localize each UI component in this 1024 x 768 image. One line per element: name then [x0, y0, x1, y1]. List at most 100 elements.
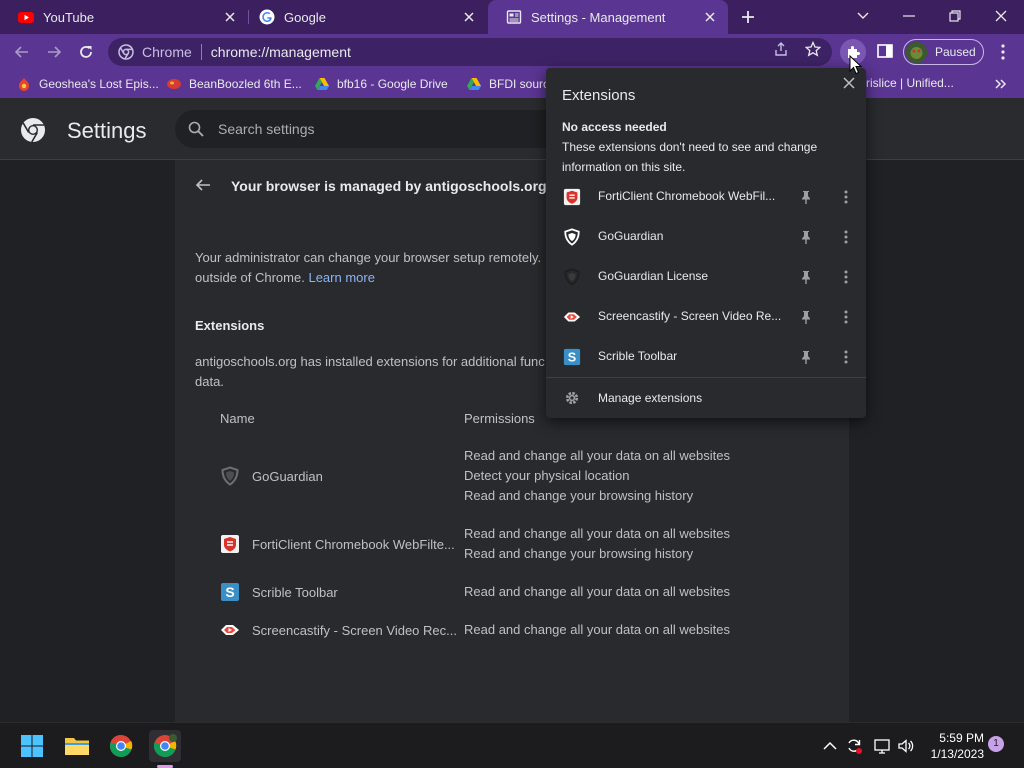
arrow-left-icon — [14, 46, 28, 58]
table-row: S Scrible Toolbar — [220, 582, 338, 602]
arrow-left-icon — [195, 179, 210, 191]
bookmark-item[interactable]: BeanBoozled 6th E... — [166, 76, 302, 92]
sync-status-icon[interactable] — [845, 737, 863, 755]
popup-extension-item[interactable]: FortiClient Chromebook WebFil... — [546, 177, 866, 217]
forward-button[interactable] — [44, 42, 64, 62]
pin-icon[interactable] — [798, 269, 814, 285]
network-icon[interactable] — [873, 737, 891, 755]
more-vert-icon[interactable] — [838, 189, 854, 205]
start-button[interactable] — [16, 730, 48, 762]
minimize-button[interactable] — [897, 6, 921, 26]
close-tab-icon[interactable] — [461, 9, 477, 25]
bookmark-item[interactable]: Geoshea's Lost Epis... — [16, 76, 159, 92]
windows-logo-icon — [21, 735, 43, 757]
google-drive-icon — [314, 76, 330, 92]
chevron-up-icon — [823, 741, 837, 750]
notification-badge[interactable]: 1 — [988, 736, 1004, 752]
goguardian-icon — [563, 228, 581, 246]
pin-icon[interactable] — [798, 189, 814, 205]
folder-icon — [65, 738, 89, 755]
omnibox-chip: Chrome — [142, 44, 192, 60]
table-row: GoGuardian — [220, 466, 323, 486]
more-vert-icon[interactable] — [838, 349, 854, 365]
popup-title: Extensions — [562, 87, 636, 104]
chrome-taskbar-button[interactable] — [105, 730, 137, 762]
bookmarks-overflow-button[interactable] — [994, 77, 1008, 91]
side-panel-button[interactable] — [876, 42, 894, 60]
bookmark-star-button[interactable] — [804, 40, 822, 58]
share-button[interactable] — [772, 40, 790, 58]
bookmark-favicon-icon — [16, 76, 32, 92]
system-clock[interactable]: 5:59 PM 1/13/2023 — [920, 730, 984, 762]
close-tab-icon[interactable] — [222, 9, 238, 25]
forticlient-icon — [563, 188, 581, 206]
admin-description: Your administrator can change your brows… — [195, 250, 542, 285]
settings-header: Settings — [0, 98, 1024, 160]
chrome-menu-button[interactable] — [995, 43, 1011, 61]
url-text[interactable]: chrome://management — [211, 44, 351, 60]
table-row: FortiClient Chromebook WebFilte... — [220, 534, 455, 554]
restore-button[interactable] — [943, 6, 967, 26]
close-icon — [995, 10, 1007, 22]
double-chevron-right-icon — [995, 79, 1007, 89]
scrible-icon: S — [220, 582, 240, 602]
pin-icon[interactable] — [798, 349, 814, 365]
chrome-profile-taskbar-button[interactable] — [149, 730, 181, 762]
taskbar: 5:59 PM 1/13/2023 — [0, 722, 1024, 768]
popup-close-button[interactable] — [842, 76, 856, 90]
scrible-icon: S — [563, 348, 581, 366]
close-icon — [843, 77, 855, 89]
popup-subtitle: No access needed — [562, 120, 667, 134]
more-vert-icon[interactable] — [838, 229, 854, 245]
learn-more-link[interactable]: Learn more — [308, 270, 374, 285]
column-header-permissions: Permissions — [464, 411, 535, 426]
omnibox-divider — [200, 44, 202, 60]
popup-extension-item[interactable]: GoGuardian — [546, 217, 866, 257]
bookmark-item-right[interactable]: rislice | Unified... — [866, 76, 954, 90]
star-icon — [805, 41, 821, 57]
tab-title: YouTube — [43, 9, 95, 25]
pin-icon[interactable] — [798, 229, 814, 245]
manage-extensions-button[interactable]: Manage extensions — [546, 378, 866, 418]
back-button[interactable] — [12, 42, 32, 62]
search-icon — [187, 120, 205, 138]
volume-icon[interactable] — [897, 737, 915, 755]
close-window-button[interactable] — [989, 6, 1013, 26]
popup-extension-item[interactable]: S Scrible Toolbar — [546, 337, 866, 377]
more-vert-icon[interactable] — [838, 269, 854, 285]
popup-description: These extensions don't need to see and c… — [562, 140, 818, 174]
show-hidden-icons-button[interactable] — [821, 737, 839, 755]
new-tab-button[interactable] — [738, 7, 758, 27]
clock-time: 5:59 PM — [939, 731, 984, 745]
svg-text:S: S — [568, 351, 576, 365]
restore-icon — [949, 10, 961, 22]
share-icon — [775, 42, 787, 56]
tab-youtube[interactable]: YouTube — [0, 0, 248, 34]
address-bar[interactable]: Chrome chrome://management — [108, 38, 832, 66]
mouse-cursor-icon — [849, 55, 863, 75]
tab-title: Settings - Management — [531, 9, 666, 25]
screencastify-icon — [220, 620, 240, 640]
popup-extension-item[interactable]: GoGuardian License — [546, 257, 866, 297]
file-explorer-button[interactable] — [61, 730, 93, 762]
profile-button[interactable]: Paused — [903, 39, 984, 65]
table-row: Screencastify - Screen Video Rec... — [220, 620, 457, 640]
forticlient-icon — [220, 534, 240, 554]
close-tab-icon[interactable] — [702, 9, 718, 25]
tab-search-button[interactable] — [851, 6, 875, 26]
tab-google[interactable]: Google — [241, 0, 487, 34]
reload-icon — [80, 46, 92, 58]
tab-settings-management[interactable]: Settings - Management — [488, 0, 728, 34]
svg-text:S: S — [225, 584, 234, 600]
goguardian-license-icon — [563, 268, 581, 286]
google-icon — [259, 9, 275, 25]
back-arrow-button[interactable] — [194, 176, 212, 194]
more-vert-icon[interactable] — [838, 309, 854, 325]
popup-extension-item[interactable]: Screencastify - Screen Video Re... — [546, 297, 866, 337]
bookmark-item[interactable]: bfb16 - Google Drive — [314, 76, 448, 92]
chrome-color-icon — [153, 734, 177, 758]
google-drive-icon — [466, 76, 482, 92]
pin-icon[interactable] — [798, 309, 814, 325]
reload-button[interactable] — [76, 42, 96, 62]
bookmark-item[interactable]: BFDI sourc — [466, 76, 549, 92]
